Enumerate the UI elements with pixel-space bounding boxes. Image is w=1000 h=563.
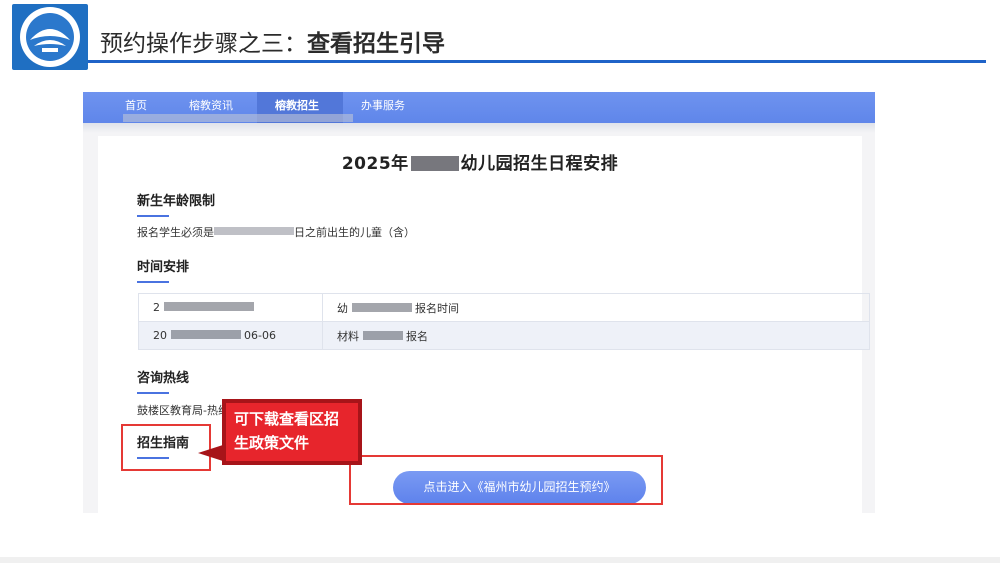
table-cell: 2	[138, 293, 323, 322]
age-text-start: 报名学生必须是	[137, 226, 214, 239]
cell-text: 2	[153, 301, 160, 314]
redaction-block	[170, 330, 241, 339]
cta-highlight-box	[349, 455, 663, 505]
age-heading: 新生年龄限制	[137, 190, 215, 217]
schedule-table: 2 幼 报名时间 20 06-06 材料 报名	[138, 293, 870, 350]
page-title-start: 2025年	[341, 154, 409, 174]
nav-item-services[interactable]: 办事服务	[343, 92, 429, 123]
cell-text: 20	[153, 329, 167, 342]
slide-title-prefix: 预约操作步骤之三：	[100, 31, 307, 57]
slide-bottom-edge	[0, 557, 1000, 563]
table-row: 20 06-06 材料 报名	[138, 321, 870, 350]
callout-line: 生政策文件	[234, 434, 310, 452]
page-title: 2025年 幼儿园招生日程安排	[98, 149, 862, 174]
breadcrumb-blurred	[123, 114, 353, 122]
cell-text: 报名时间	[415, 301, 459, 315]
table-cell: 20 06-06	[138, 321, 323, 350]
table-row: 2 幼 报名时间	[138, 293, 870, 322]
slide-title: 预约操作步骤之三：查看招生引导	[100, 24, 445, 58]
callout-line: 可下载查看区招	[234, 410, 340, 428]
cell-text: 报名	[406, 329, 428, 343]
time-heading: 时间安排	[137, 256, 189, 283]
slide-title-bold: 查看招生引导	[307, 31, 445, 57]
redaction-block	[163, 302, 254, 311]
cell-text: 材料	[337, 329, 359, 343]
table-cell: 幼 报名时间	[322, 293, 870, 322]
table-cell: 材料 报名	[322, 321, 870, 350]
redaction-block	[362, 330, 403, 340]
title-underline	[88, 60, 986, 63]
redaction-block	[410, 156, 459, 171]
nav-shadow	[83, 123, 875, 133]
redaction-block	[351, 302, 412, 312]
redaction-block	[214, 227, 294, 235]
kindergarten-logo	[12, 4, 88, 70]
age-text: 报名学生必须是 日之前出生的儿童（含）	[137, 224, 415, 240]
callout-note: 可下载查看区招 生政策文件	[222, 399, 362, 465]
hotline-text: 鼓楼区教育局-热线	[137, 404, 229, 417]
cell-text: 06-06	[244, 329, 276, 342]
hotline-heading: 咨询热线	[137, 367, 189, 394]
age-text-end: 日之前出生的儿童（含）	[294, 226, 415, 239]
page-title-end: 幼儿园招生日程安排	[460, 154, 619, 174]
cell-text: 幼	[337, 301, 348, 315]
